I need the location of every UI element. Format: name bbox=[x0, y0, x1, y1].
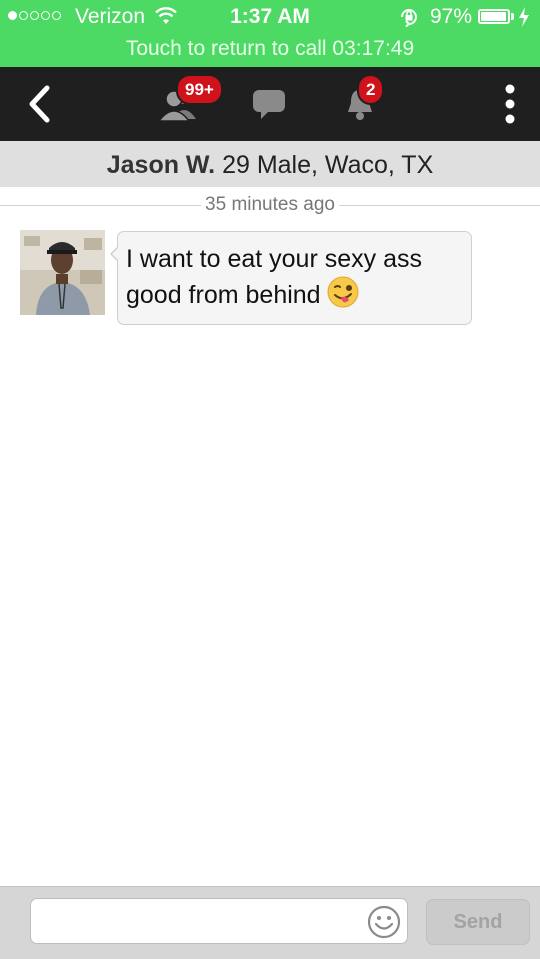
messages-button[interactable] bbox=[248, 67, 290, 141]
battery-icon bbox=[478, 9, 510, 24]
battery-percent: 97% bbox=[430, 5, 473, 28]
contact-details: 29 Male, Waco, TX bbox=[222, 151, 434, 179]
incoming-message-bubble[interactable]: I want to eat your sexy ass good from be… bbox=[117, 231, 472, 325]
winking-tongue-emoji-icon bbox=[327, 276, 359, 317]
battery-tip bbox=[511, 13, 514, 20]
emoji-picker-icon[interactable] bbox=[367, 905, 401, 939]
message-timestamp-divider: 35 minutes ago bbox=[0, 194, 540, 218]
message-timestamp: 35 minutes ago bbox=[201, 194, 339, 215]
more-options-button[interactable] bbox=[492, 67, 528, 141]
message-input[interactable] bbox=[30, 898, 408, 944]
back-chevron-icon bbox=[29, 85, 50, 123]
more-vertical-icon bbox=[505, 84, 515, 124]
profile-photo bbox=[20, 230, 105, 315]
return-to-call-banner[interactable]: Touch to return to call 03:17:49 bbox=[0, 34, 540, 67]
send-button[interactable]: Send bbox=[426, 899, 530, 945]
notifications-badge: 2 bbox=[357, 74, 385, 105]
chat-bubble-icon bbox=[253, 90, 285, 119]
message-composer-bar: Send bbox=[0, 886, 540, 959]
contact-name: Jason W. bbox=[106, 151, 216, 179]
top-navigation-bar: 99+ 2 bbox=[0, 67, 540, 141]
charging-bolt-icon bbox=[519, 7, 529, 27]
avatar[interactable] bbox=[20, 230, 105, 315]
rotation-lock-icon bbox=[401, 9, 417, 28]
conversation-header[interactable]: Jason W. 29 Male, Waco, TX bbox=[0, 141, 540, 187]
friends-badge: 99+ bbox=[176, 74, 223, 105]
status-row: Verizon 1:37 AM 97% bbox=[0, 0, 540, 34]
message-text: I want to eat your sexy ass good from be… bbox=[126, 245, 422, 310]
back-button[interactable] bbox=[14, 67, 64, 141]
status-bar: Verizon 1:37 AM 97% Touch to return to c… bbox=[0, 0, 540, 67]
bubble-tail-fill bbox=[112, 247, 119, 261]
